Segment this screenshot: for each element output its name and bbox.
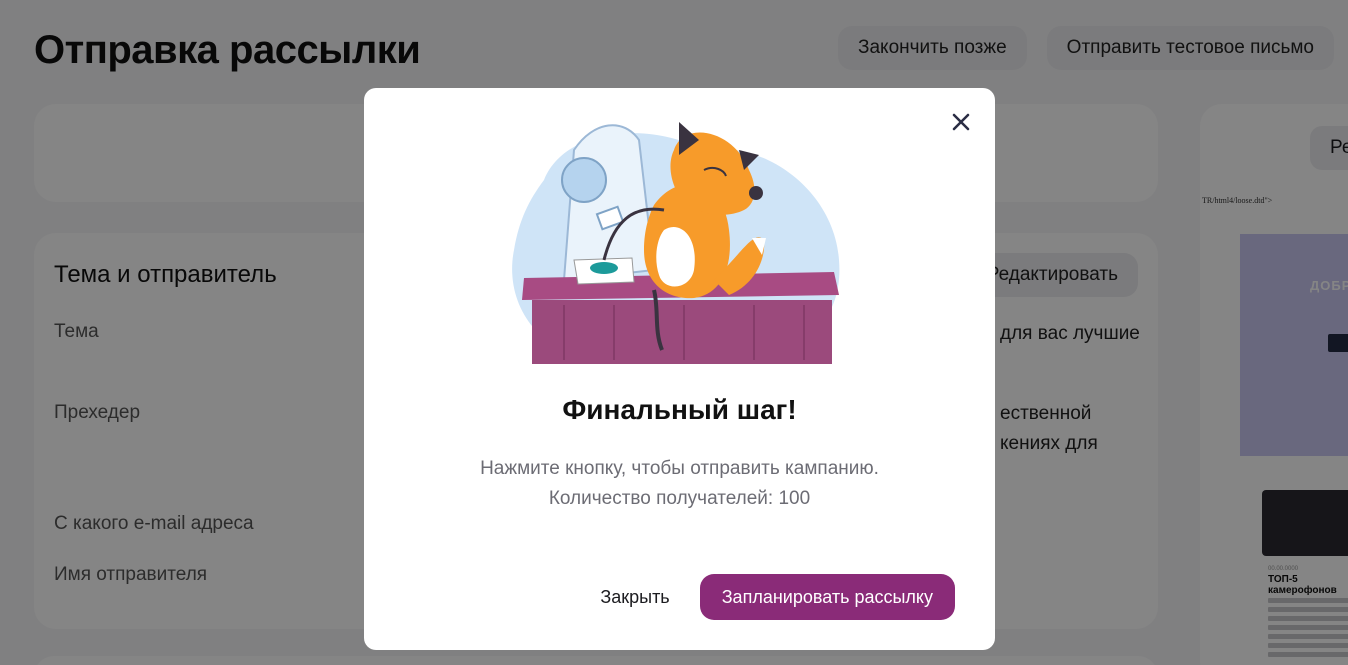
dialog-text-line1: Нажмите кнопку, чтобы отправить кампанию… bbox=[480, 458, 879, 479]
close-button[interactable]: Закрыть bbox=[600, 587, 669, 608]
fox-rocket-illustration bbox=[512, 122, 840, 364]
final-step-dialog: Финальный шаг! Нажмите кнопку, чтобы отп… bbox=[364, 88, 995, 650]
close-icon[interactable] bbox=[945, 106, 977, 138]
dialog-title: Финальный шаг! bbox=[562, 394, 797, 425]
dialog-actions: Закрыть Запланировать рассылку bbox=[600, 574, 955, 620]
dialog-recipients-count: Количество получателей: 100 bbox=[548, 488, 811, 509]
schedule-campaign-button[interactable]: Запланировать рассылку bbox=[699, 574, 955, 620]
